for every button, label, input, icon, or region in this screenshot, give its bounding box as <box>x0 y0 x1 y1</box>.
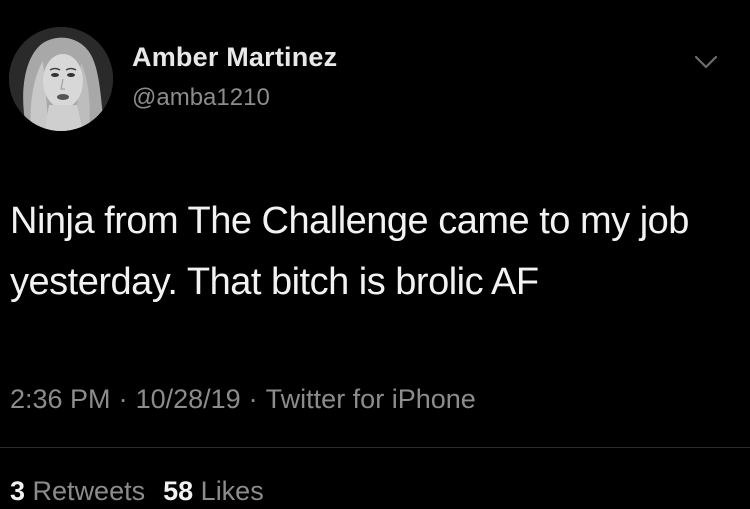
meta-separator: · <box>118 384 128 414</box>
tweet-time[interactable]: 2:36 PM <box>10 384 111 414</box>
retweets-label: Retweets <box>32 476 146 506</box>
display-name[interactable]: Amber Martinez <box>132 42 337 73</box>
user-handle[interactable]: @amba1210 <box>132 84 270 112</box>
divider <box>0 447 750 448</box>
avatar[interactable] <box>9 27 113 131</box>
tweet-meta: 2:36 PM · 10/28/19 · Twitter for iPhone <box>10 384 476 415</box>
likes-stat[interactable]: 58 Likes <box>163 476 264 506</box>
meta-separator: · <box>248 384 258 414</box>
chevron-down-icon[interactable] <box>694 54 718 70</box>
tweet-source[interactable]: Twitter for iPhone <box>266 384 476 414</box>
tweet-card: Amber Martinez @amba1210 Ninja from The … <box>0 0 750 509</box>
tweet-stats: 3 Retweets 58 Likes <box>10 476 282 507</box>
likes-label: Likes <box>200 476 264 506</box>
tweet-text: Ninja from The Challenge came to my job … <box>10 200 689 303</box>
likes-count: 58 <box>163 476 194 506</box>
profile-photo <box>9 27 113 131</box>
retweets-stat[interactable]: 3 Retweets <box>10 476 145 506</box>
retweets-count: 3 <box>10 476 26 506</box>
tweet-date[interactable]: 10/28/19 <box>136 384 241 414</box>
